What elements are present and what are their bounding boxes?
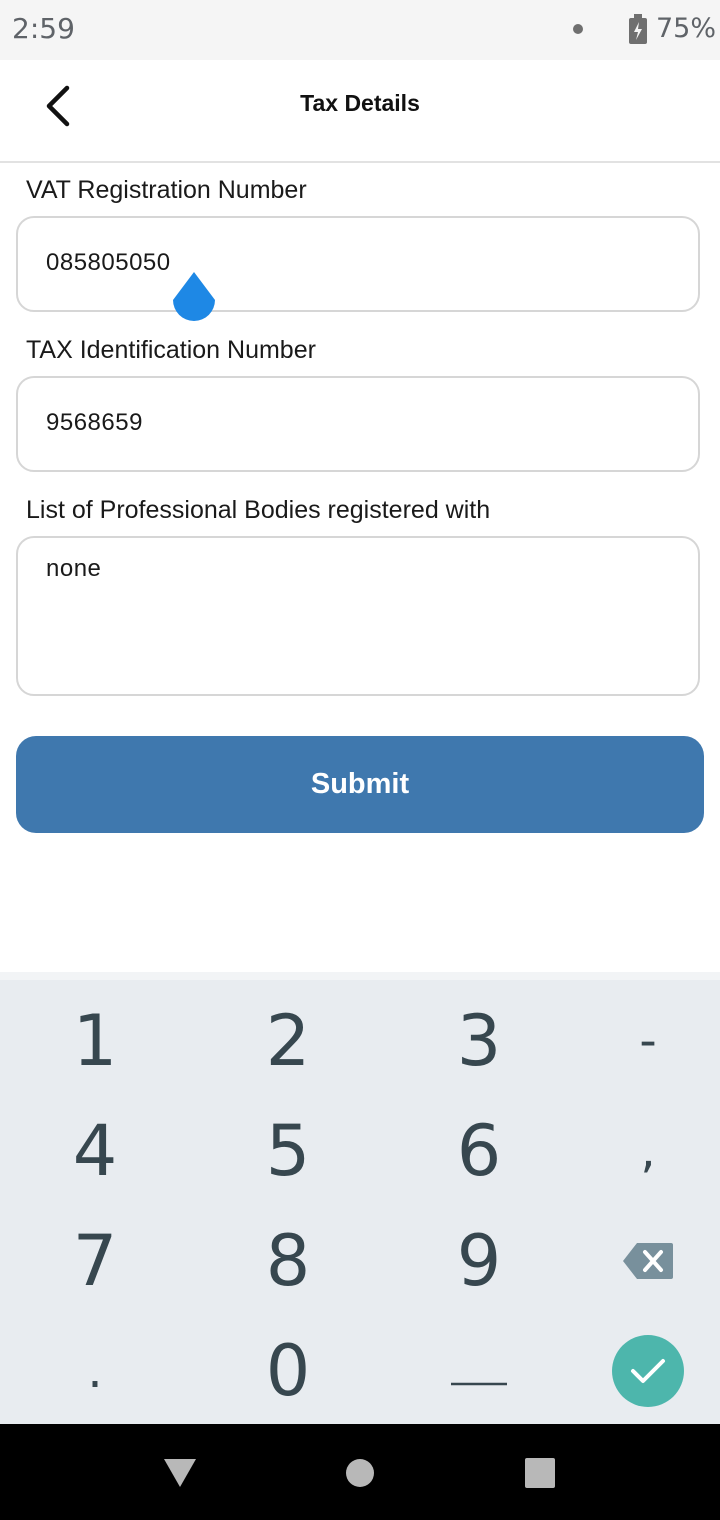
- app-header: Tax Details: [0, 60, 720, 163]
- page-title: Tax Details: [300, 90, 420, 116]
- vat-label: VAT Registration Number: [26, 176, 307, 204]
- professional-bodies-label: List of Professional Bodies registered w…: [26, 496, 491, 524]
- key-7[interactable]: 7: [5, 1206, 185, 1316]
- key-comma[interactable]: ,: [558, 1096, 720, 1206]
- key-0[interactable]: 0: [198, 1316, 378, 1426]
- done-key[interactable]: [558, 1316, 720, 1426]
- vat-value: 085805050: [46, 249, 171, 276]
- text-cursor-handle[interactable]: [171, 272, 217, 328]
- key-5[interactable]: 5: [198, 1096, 378, 1206]
- key-6[interactable]: 6: [389, 1096, 569, 1206]
- space-icon: [451, 1382, 507, 1386]
- key-period[interactable]: .: [5, 1316, 185, 1426]
- backspace-key[interactable]: [558, 1206, 720, 1316]
- vat-input[interactable]: 085805050: [16, 216, 700, 312]
- professional-bodies-textarea[interactable]: none: [16, 536, 700, 696]
- key-9[interactable]: 9: [389, 1206, 569, 1316]
- tax-id-label: TAX Identification Number: [26, 336, 316, 364]
- key-3[interactable]: 3: [389, 986, 569, 1096]
- backspace-icon: [623, 1243, 673, 1279]
- key-minus[interactable]: -: [558, 986, 720, 1096]
- battery-percentage: 75%: [656, 13, 717, 44]
- nav-back-button[interactable]: [155, 1448, 205, 1498]
- tax-id-value: 9568659: [46, 409, 143, 436]
- key-8[interactable]: 8: [198, 1206, 378, 1316]
- square-recents-icon: [525, 1458, 555, 1488]
- nav-recents-button[interactable]: [515, 1448, 565, 1498]
- submit-label: Submit: [310, 768, 410, 800]
- circle-home-icon: [346, 1459, 374, 1487]
- tax-id-input[interactable]: 9568659: [16, 376, 700, 472]
- space-key[interactable]: [389, 1316, 569, 1426]
- professional-bodies-value: none: [46, 555, 102, 582]
- status-time: 2:59: [12, 12, 75, 45]
- battery-charging-icon: [628, 14, 648, 44]
- checkmark-icon: [631, 1359, 665, 1383]
- submit-button[interactable]: Submit: [16, 736, 704, 833]
- numeric-keyboard: 1 2 3 - 4 5 6 , 7 8 9 . 0: [0, 972, 720, 1424]
- dot-icon: [573, 24, 583, 34]
- key-4[interactable]: 4: [5, 1096, 185, 1206]
- tax-details-screen: 2:59 75% Tax Details VAT Registration Nu…: [0, 0, 720, 1520]
- status-bar: 2:59 75%: [0, 0, 720, 60]
- nav-home-button[interactable]: [335, 1448, 385, 1498]
- key-1[interactable]: 1: [5, 986, 185, 1096]
- key-2[interactable]: 2: [198, 986, 378, 1096]
- triangle-back-icon: [164, 1459, 196, 1487]
- system-nav-bar: [0, 1424, 720, 1520]
